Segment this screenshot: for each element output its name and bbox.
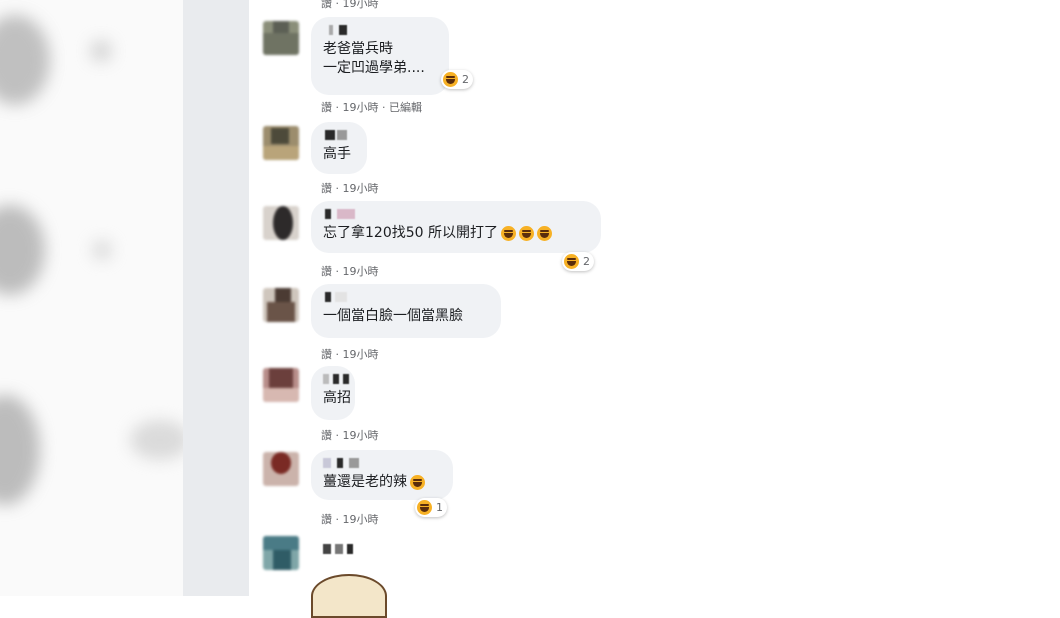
comment-text: 一個當白臉一個當黑臉 [323,308,463,324]
page-gutter [183,0,249,596]
comment-text: 忘了拿120找50 所以開打了 [323,224,589,243]
reaction-badge[interactable]: 1 [415,498,447,517]
comment-bubble: 高手 [311,122,367,174]
avatar[interactable] [263,452,299,486]
comment-text: 高手 [323,146,351,162]
comment-bubble: 一個當白臉一個當黑臉 [311,284,501,338]
laugh-emoji-icon [519,225,534,241]
reaction-badge[interactable]: 2 [441,70,473,89]
laugh-emoji-icon [410,474,425,490]
laugh-emoji-icon [501,225,516,241]
comment-meta[interactable]: 讚 · 19小時 · 已編輯 [321,99,422,115]
comment-bubble: 薑還是老的辣 [311,450,453,500]
commenter-name[interactable] [323,209,589,221]
blurred-background [0,0,183,596]
commenter-name[interactable] [323,374,349,386]
comment-meta[interactable]: 讚 · 19小時 [321,0,379,11]
commenter-name[interactable] [323,458,441,470]
comment-text: 老爸當兵時 一定凹過學弟.... [323,41,425,76]
comment-meta[interactable]: 讚 · 19小時 [321,427,379,443]
avatar[interactable] [263,206,299,240]
comment-bubble: 老爸當兵時 一定凹過學弟.... [311,17,449,95]
avatar[interactable] [263,368,299,402]
comment-list: 讚 · 19小時 老爸當兵時 一定凹過學弟.... 2 讚 · 19小時 · 已… [249,0,1060,618]
comment-meta[interactable]: 讚 · 19小時 [321,180,379,196]
comment-bubble: 忘了拿120找50 所以開打了 [311,201,601,253]
commenter-name[interactable] [323,25,437,37]
commenter-name[interactable] [323,544,363,559]
avatar[interactable] [263,21,299,55]
sticker-image [311,574,387,618]
avatar[interactable] [263,288,299,322]
comment-meta[interactable]: 讚 · 19小時 [321,511,379,527]
comment-text: 高招 [323,390,351,406]
comment-meta[interactable]: 讚 · 19小時 [321,346,379,362]
commenter-name[interactable] [323,292,489,304]
laugh-emoji-icon [443,72,458,87]
reaction-badge[interactable]: 2 [562,252,594,271]
comment-meta[interactable]: 讚 · 19小時 [321,263,379,279]
laugh-emoji-icon [537,225,552,241]
comment-bubble: 高招 [311,366,355,420]
avatar[interactable] [263,126,299,160]
avatar[interactable] [263,536,299,570]
laugh-emoji-icon [417,500,432,515]
commenter-name[interactable] [323,130,355,142]
comment-text: 薑還是老的辣 [323,473,441,492]
laugh-emoji-icon [564,254,579,269]
